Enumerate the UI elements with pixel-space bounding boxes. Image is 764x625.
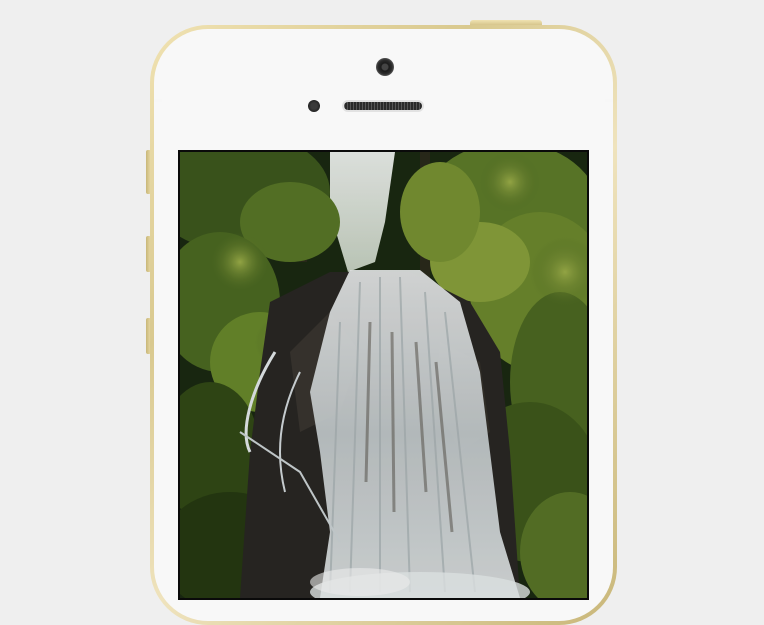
waterfall-video[interactable] [180, 152, 587, 598]
proximity-sensor-icon [308, 100, 320, 112]
phone-frame [150, 25, 617, 625]
antenna-band-right [605, 99, 613, 102]
phone-screen[interactable] [178, 150, 589, 600]
phone-face [154, 29, 613, 621]
speaker-grill [344, 102, 422, 110]
front-camera-icon [376, 58, 394, 76]
antenna-band-left [154, 99, 162, 102]
earpiece-speaker [342, 100, 424, 112]
